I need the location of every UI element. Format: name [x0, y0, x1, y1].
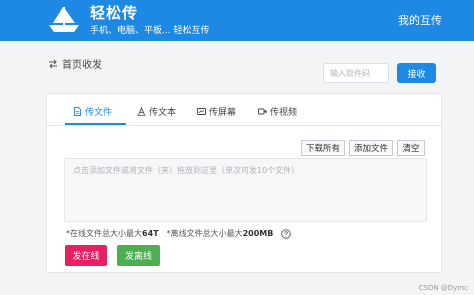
pickup-code-input[interactable]	[323, 63, 389, 83]
file-drop-zone[interactable]: 点击添加文件或将文件（夹）拖放到这里（单次可发10个文件）	[64, 158, 427, 222]
tab-send-file[interactable]: 传文件	[73, 105, 112, 118]
online-limit: *在线文件总大小最大64T	[66, 229, 159, 238]
tab-label: 传屏幕	[209, 108, 237, 118]
my-transfers-link[interactable]: 我的互传	[398, 12, 442, 28]
brand-name: 轻松传	[90, 4, 139, 22]
clear-button[interactable]: 清空	[397, 140, 425, 156]
add-file-button[interactable]: 添加文件	[349, 140, 393, 156]
text-icon	[137, 107, 146, 116]
tab-label: 传文件	[85, 108, 113, 118]
sailboat-logo-icon	[49, 7, 79, 32]
tab-label: 传视频	[270, 108, 298, 118]
offline-limit: *离线文件总大小最大200MB	[166, 229, 274, 238]
drop-zone-hint: 点击添加文件或将文件（夹）拖放到这里（单次可发10个文件）	[73, 166, 300, 175]
send-offline-button[interactable]: 发离线	[117, 245, 160, 266]
size-limits: *在线文件总大小最大64T *离线文件总大小最大200MB	[66, 228, 292, 239]
top-header: 轻松传 手机、电脑、平板... 轻松互传 我的互传	[0, 0, 474, 41]
file-icon	[74, 107, 81, 116]
download-all-button[interactable]: 下载所有	[301, 140, 345, 156]
breadcrumb: 首页收发	[48, 56, 102, 71]
video-icon	[258, 108, 267, 115]
page-title: 首页收发	[62, 60, 102, 71]
swap-arrows-icon	[49, 59, 57, 68]
watermark: CSDN @Dymc	[418, 284, 468, 292]
tab-send-text[interactable]: 传文本	[137, 105, 176, 118]
tab-bar: 传文件 传文本 传屏幕 传视频	[47, 94, 441, 126]
send-online-button[interactable]: 发在线	[65, 245, 107, 266]
tab-label: 传文本	[149, 108, 177, 118]
screen-icon	[197, 108, 206, 115]
brand-tagline: 手机、电脑、平板... 轻松互传	[90, 26, 210, 36]
tab-send-screen[interactable]: 传屏幕	[197, 105, 236, 118]
tab-send-video[interactable]: 传视频	[258, 105, 297, 118]
help-icon[interactable]	[281, 228, 292, 239]
receive-button[interactable]: 接收	[397, 63, 436, 83]
send-card: 传文件 传文本 传屏幕 传视频 下载所有 添加文件 清空 点击添加文件或将文件（…	[46, 93, 442, 273]
active-tab-indicator	[65, 123, 126, 125]
